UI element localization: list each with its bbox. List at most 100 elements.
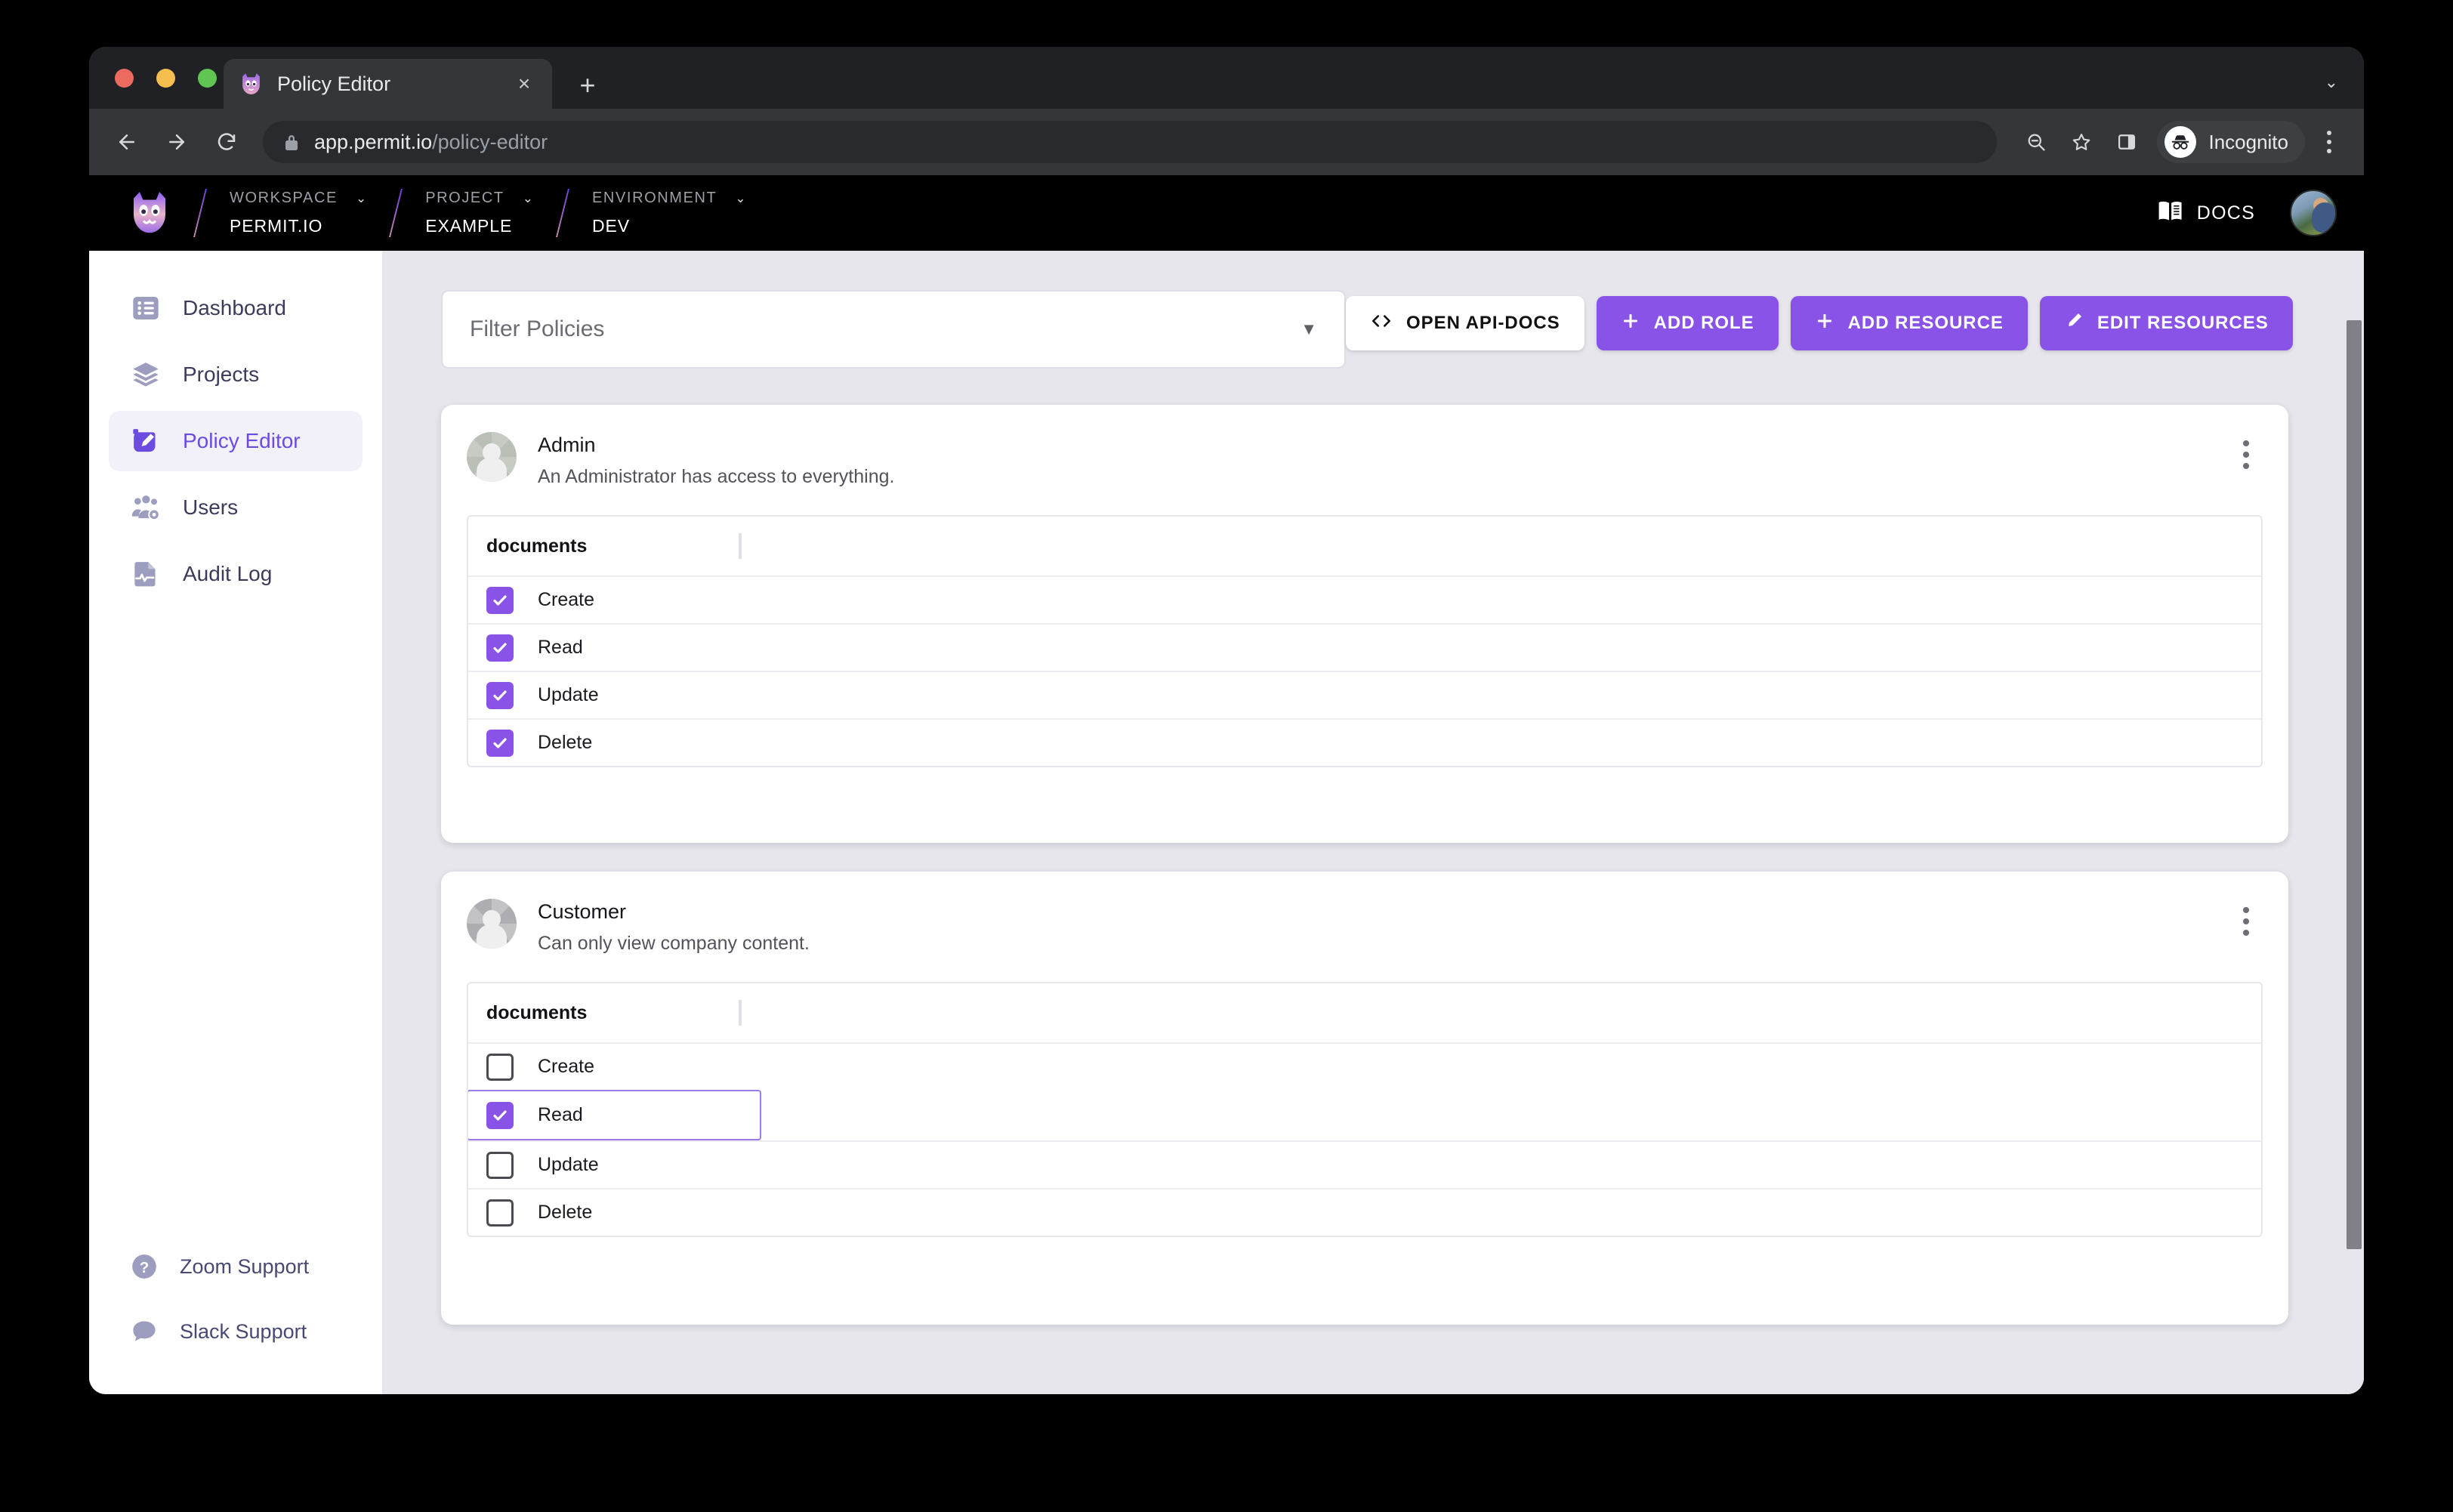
permissions-table: documents Create Read Update Delete xyxy=(467,515,2263,767)
plus-icon xyxy=(1815,311,1834,336)
permission-label: Delete xyxy=(538,732,593,753)
book-icon xyxy=(2158,200,2183,227)
role-name: Customer xyxy=(538,900,627,923)
browser-tab[interactable]: Policy Editor × xyxy=(224,59,552,109)
layers-icon xyxy=(128,357,163,392)
new-tab-button[interactable]: + xyxy=(572,71,603,101)
permission-label: Update xyxy=(538,684,599,705)
sidebar-item-projects[interactable]: Projects xyxy=(109,344,363,405)
reload-icon[interactable] xyxy=(207,122,246,162)
role-card-header: Admin An Administrator has access to eve… xyxy=(467,432,2263,488)
maximize-window-button[interactable] xyxy=(198,69,217,88)
svg-text:?: ? xyxy=(140,1259,150,1276)
permission-checkbox-create[interactable] xyxy=(486,586,514,614)
add-role-button[interactable]: ADD ROLE xyxy=(1596,296,1779,350)
browser-toolbar: app.permit.io/policy-editor Incognito xyxy=(89,109,2364,175)
docs-button[interactable]: DOCS xyxy=(2158,200,2255,227)
sidebar-item-label: Policy Editor xyxy=(183,429,301,452)
table-row[interactable]: Create xyxy=(468,1042,2261,1090)
role-name: Admin xyxy=(538,434,596,456)
zoom-out-icon[interactable] xyxy=(2016,122,2056,162)
permission-checkbox-delete[interactable] xyxy=(486,729,514,757)
permit-owl-favicon-icon xyxy=(239,72,264,97)
permit-owl-logo-icon[interactable] xyxy=(128,190,171,236)
edit-resources-label: EDIT RESOURCES xyxy=(2097,313,2269,333)
permission-label: Create xyxy=(538,589,595,610)
avatar[interactable] xyxy=(2290,190,2337,236)
filter-policies-select[interactable]: Filter Policies ▼ xyxy=(441,290,1346,369)
window-traffic-lights xyxy=(115,69,217,88)
question-circle-icon: ? xyxy=(128,1251,160,1282)
address-bar[interactable]: app.permit.io/policy-editor xyxy=(263,121,1998,163)
avatar xyxy=(467,899,517,949)
add-resource-button[interactable]: ADD RESOURCE xyxy=(1790,296,2028,350)
browser-menu-icon[interactable] xyxy=(2313,122,2346,162)
pencil-icon xyxy=(2064,311,2084,336)
permission-label: Create xyxy=(538,1056,595,1077)
resource-name: documents xyxy=(486,1001,588,1023)
incognito-label: Incognito xyxy=(2208,130,2288,153)
permission-label: Delete xyxy=(538,1202,593,1223)
table-row[interactable]: Update xyxy=(468,1140,2261,1188)
close-window-button[interactable] xyxy=(115,69,134,88)
role-card-customer: Customer Can only view company content. … xyxy=(441,872,2288,1325)
forward-arrow-icon[interactable] xyxy=(157,122,196,162)
environment-selector-label: ENVIRONMENT xyxy=(591,190,717,206)
permission-checkbox-update[interactable] xyxy=(486,681,514,709)
permissions-table-header: documents xyxy=(468,983,2261,1042)
close-tab-icon[interactable]: × xyxy=(511,71,537,97)
header-divider xyxy=(556,189,569,237)
sidebar-item-dashboard[interactable]: Dashboard xyxy=(109,278,363,338)
open-api-docs-label: OPEN API-DOCS xyxy=(1406,313,1560,333)
lock-icon xyxy=(282,132,301,152)
open-api-docs-button[interactable]: OPEN API-DOCS xyxy=(1346,296,1584,350)
header-divider xyxy=(193,189,207,237)
project-selector[interactable]: PROJECT ⌄ EXAMPLE xyxy=(425,190,533,236)
main-scrollbar-thumb[interactable] xyxy=(2347,320,2362,1249)
sidebar-item-label: Projects xyxy=(183,363,260,386)
workspace-selector[interactable]: WORKSPACE ⌄ PERMIT.IO xyxy=(230,190,366,236)
star-icon[interactable] xyxy=(2062,122,2101,162)
permission-checkbox-delete[interactable] xyxy=(486,1199,514,1227)
app-viewport: WORKSPACE ⌄ PERMIT.IO PROJECT ⌄ EXAMPLE … xyxy=(89,175,2364,1394)
role-meta: Admin An Administrator has access to eve… xyxy=(538,432,2229,488)
table-row[interactable]: Update xyxy=(468,671,2261,718)
incognito-profile-button[interactable]: Incognito xyxy=(2157,121,2305,163)
workspace-selector-value: PERMIT.IO xyxy=(230,216,323,236)
app-body: Dashboard Projects Policy Editor Users A… xyxy=(89,251,2364,1394)
table-row[interactable]: Delete xyxy=(468,718,2261,766)
sidebar-item-label: Audit Log xyxy=(183,562,273,585)
side-panel-icon[interactable] xyxy=(2107,122,2146,162)
permission-label: Update xyxy=(538,1154,599,1175)
permission-checkbox-read[interactable] xyxy=(486,634,514,662)
main-scrollbar-track[interactable] xyxy=(2344,251,2364,1394)
table-row-selected[interactable]: Read xyxy=(468,1090,761,1140)
sidebar-item-policy-editor[interactable]: Policy Editor xyxy=(109,411,363,471)
edit-resources-button[interactable]: EDIT RESOURCES xyxy=(2039,296,2293,350)
table-row[interactable]: Create xyxy=(468,575,2261,623)
kebab-menu-icon[interactable] xyxy=(2229,435,2263,474)
table-row[interactable]: Read xyxy=(468,623,2261,671)
kebab-menu-icon[interactable] xyxy=(2229,902,2263,941)
code-brackets-icon xyxy=(1370,313,1393,335)
back-arrow-icon[interactable] xyxy=(107,122,147,162)
list-icon xyxy=(128,291,163,326)
permission-checkbox-update[interactable] xyxy=(486,1151,514,1179)
table-row[interactable]: Delete xyxy=(468,1188,2261,1236)
environment-selector[interactable]: ENVIRONMENT ⌄ DEV xyxy=(592,190,746,236)
column-divider xyxy=(739,1000,742,1026)
sidebar-item-slack-support[interactable]: Slack Support xyxy=(109,1299,363,1364)
chevron-down-icon[interactable]: ⌄ xyxy=(2325,74,2338,91)
sidebar-nav: Dashboard Projects Policy Editor Users A… xyxy=(89,278,382,610)
minimize-window-button[interactable] xyxy=(156,69,175,88)
permission-checkbox-read[interactable] xyxy=(486,1101,514,1129)
permission-checkbox-create[interactable] xyxy=(486,1053,514,1081)
sidebar: Dashboard Projects Policy Editor Users A… xyxy=(89,251,382,1394)
users-gear-icon xyxy=(128,490,163,525)
sidebar-item-audit-log[interactable]: Audit Log xyxy=(109,544,363,604)
sidebar-item-zoom-support[interactable]: ? Zoom Support xyxy=(109,1234,363,1299)
avatar xyxy=(467,432,517,482)
role-card-header: Customer Can only view company content. xyxy=(467,899,2263,955)
sidebar-item-users[interactable]: Users xyxy=(109,477,363,538)
